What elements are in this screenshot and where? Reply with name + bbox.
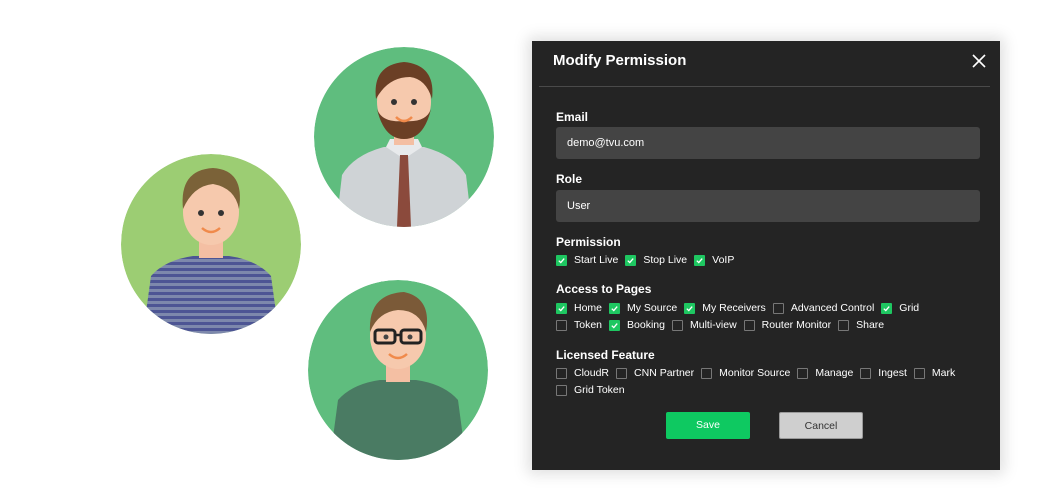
save-button[interactable]: Save bbox=[666, 412, 750, 439]
permission-label: Permission bbox=[556, 235, 621, 249]
checkbox-label: VoIP bbox=[712, 254, 735, 266]
checkbox-label: My Source bbox=[627, 302, 678, 314]
checkbox-label: Home bbox=[574, 302, 603, 314]
checkbox-unchecked-icon[interactable] bbox=[616, 367, 628, 379]
checkbox-mark[interactable]: Mark bbox=[913, 367, 956, 379]
role-label: Role bbox=[556, 172, 583, 186]
checkbox-checked-icon[interactable] bbox=[609, 319, 621, 331]
checkbox-checked-icon[interactable] bbox=[881, 302, 893, 314]
checkbox-label: Ingest bbox=[878, 367, 907, 379]
checkbox-unchecked-icon[interactable] bbox=[556, 319, 567, 331]
checkbox-my-receivers[interactable]: My Receivers bbox=[684, 302, 766, 314]
checkbox-unchecked-icon[interactable] bbox=[743, 319, 755, 331]
licensed-feature-row-1: CloudR CNN Partner Monitor Source Manage Ing… bbox=[556, 366, 962, 380]
checkbox-unchecked-icon[interactable] bbox=[556, 367, 567, 379]
checkbox-label: Router Monitor bbox=[761, 319, 832, 331]
checkbox-manage[interactable]: Manage bbox=[797, 367, 853, 379]
checkbox-unchecked-icon[interactable] bbox=[913, 367, 925, 379]
checkbox-label: Multi-view bbox=[689, 319, 737, 331]
checkbox-grid[interactable]: Grid bbox=[881, 302, 919, 314]
checkbox-label: Token bbox=[574, 319, 603, 331]
dialog-title: Modify Permission bbox=[553, 52, 687, 69]
checkbox-multi-view[interactable]: Multi-view bbox=[671, 319, 737, 331]
checkbox-label: Stop Live bbox=[643, 254, 688, 266]
checkbox-label: Start Live bbox=[574, 254, 619, 266]
checkbox-label: Advanced Control bbox=[790, 302, 875, 314]
access-pages-row-1: Home My Source My Receivers Advanced Contro… bbox=[556, 301, 926, 315]
checkbox-unchecked-icon[interactable] bbox=[772, 302, 784, 314]
access-pages-row-2: Token Booking Multi-view Router Monitor Shar… bbox=[556, 318, 891, 332]
close-icon[interactable] bbox=[971, 53, 987, 69]
checkbox-unchecked-icon[interactable] bbox=[860, 367, 872, 379]
checkbox-checked-icon[interactable] bbox=[625, 254, 637, 266]
checkbox-router-monitor[interactable]: Router Monitor bbox=[743, 319, 832, 331]
cancel-button[interactable]: Cancel bbox=[779, 412, 863, 439]
checkbox-grid-token[interactable]: Grid Token bbox=[556, 384, 625, 396]
email-label: Email bbox=[556, 110, 589, 124]
checkbox-label: Booking bbox=[627, 319, 665, 331]
checkbox-label: Grid bbox=[899, 302, 920, 314]
checkbox-checked-icon[interactable] bbox=[609, 302, 621, 314]
checkbox-cnn-partner[interactable]: CNN Partner bbox=[616, 367, 694, 379]
checkbox-unchecked-icon[interactable] bbox=[556, 384, 567, 396]
access-to-pages-label: Access to Pages bbox=[556, 282, 652, 296]
licensed-feature-row-2: Grid Token bbox=[556, 383, 632, 397]
checkbox-share[interactable]: Share bbox=[838, 319, 884, 331]
checkbox-unchecked-icon[interactable] bbox=[797, 367, 809, 379]
checkbox-label: Mark bbox=[931, 367, 956, 379]
checkbox-checked-icon[interactable] bbox=[556, 254, 567, 266]
checkbox-label: My Receivers bbox=[702, 302, 766, 314]
checkbox-label: CNN Partner bbox=[634, 367, 695, 379]
checkbox-label: Share bbox=[856, 319, 885, 331]
checkbox-label: Grid Token bbox=[574, 384, 625, 396]
checkbox-booking[interactable]: Booking bbox=[609, 319, 665, 331]
checkbox-home[interactable]: Home bbox=[556, 302, 602, 314]
bearded-man-avatar bbox=[314, 47, 494, 227]
email-field[interactable] bbox=[556, 127, 980, 159]
checkbox-voip[interactable]: VoIP bbox=[694, 254, 734, 266]
striped-shirt-man-avatar bbox=[121, 154, 301, 334]
checkbox-checked-icon[interactable] bbox=[694, 254, 706, 266]
licensed-feature-label: Licensed Feature bbox=[556, 348, 655, 362]
checkbox-unchecked-icon[interactable] bbox=[671, 319, 683, 331]
checkbox-label: Monitor Source bbox=[719, 367, 791, 379]
checkbox-checked-icon[interactable] bbox=[556, 302, 567, 314]
checkbox-start-live[interactable]: Start Live bbox=[556, 254, 618, 266]
checkbox-cloudr[interactable]: CloudR bbox=[556, 367, 609, 379]
checkbox-label: Manage bbox=[815, 367, 854, 379]
permission-checkbox-row: Start Live Stop Live VoIP bbox=[556, 253, 741, 267]
modify-permission-dialog: Modify Permission Email Role Permission … bbox=[532, 41, 1000, 470]
checkbox-token[interactable]: Token bbox=[556, 319, 602, 331]
checkbox-unchecked-icon[interactable] bbox=[701, 367, 713, 379]
checkbox-ingest[interactable]: Ingest bbox=[860, 367, 907, 379]
checkbox-my-source[interactable]: My Source bbox=[609, 302, 677, 314]
checkbox-stop-live[interactable]: Stop Live bbox=[625, 254, 687, 266]
header-divider bbox=[539, 86, 990, 87]
checkbox-unchecked-icon[interactable] bbox=[838, 319, 850, 331]
checkbox-monitor-source[interactable]: Monitor Source bbox=[701, 367, 790, 379]
role-field[interactable] bbox=[556, 190, 980, 222]
checkbox-advanced-control[interactable]: Advanced Control bbox=[772, 302, 875, 314]
checkbox-checked-icon[interactable] bbox=[684, 302, 696, 314]
checkbox-label: CloudR bbox=[574, 367, 610, 379]
glasses-man-avatar bbox=[308, 280, 488, 460]
